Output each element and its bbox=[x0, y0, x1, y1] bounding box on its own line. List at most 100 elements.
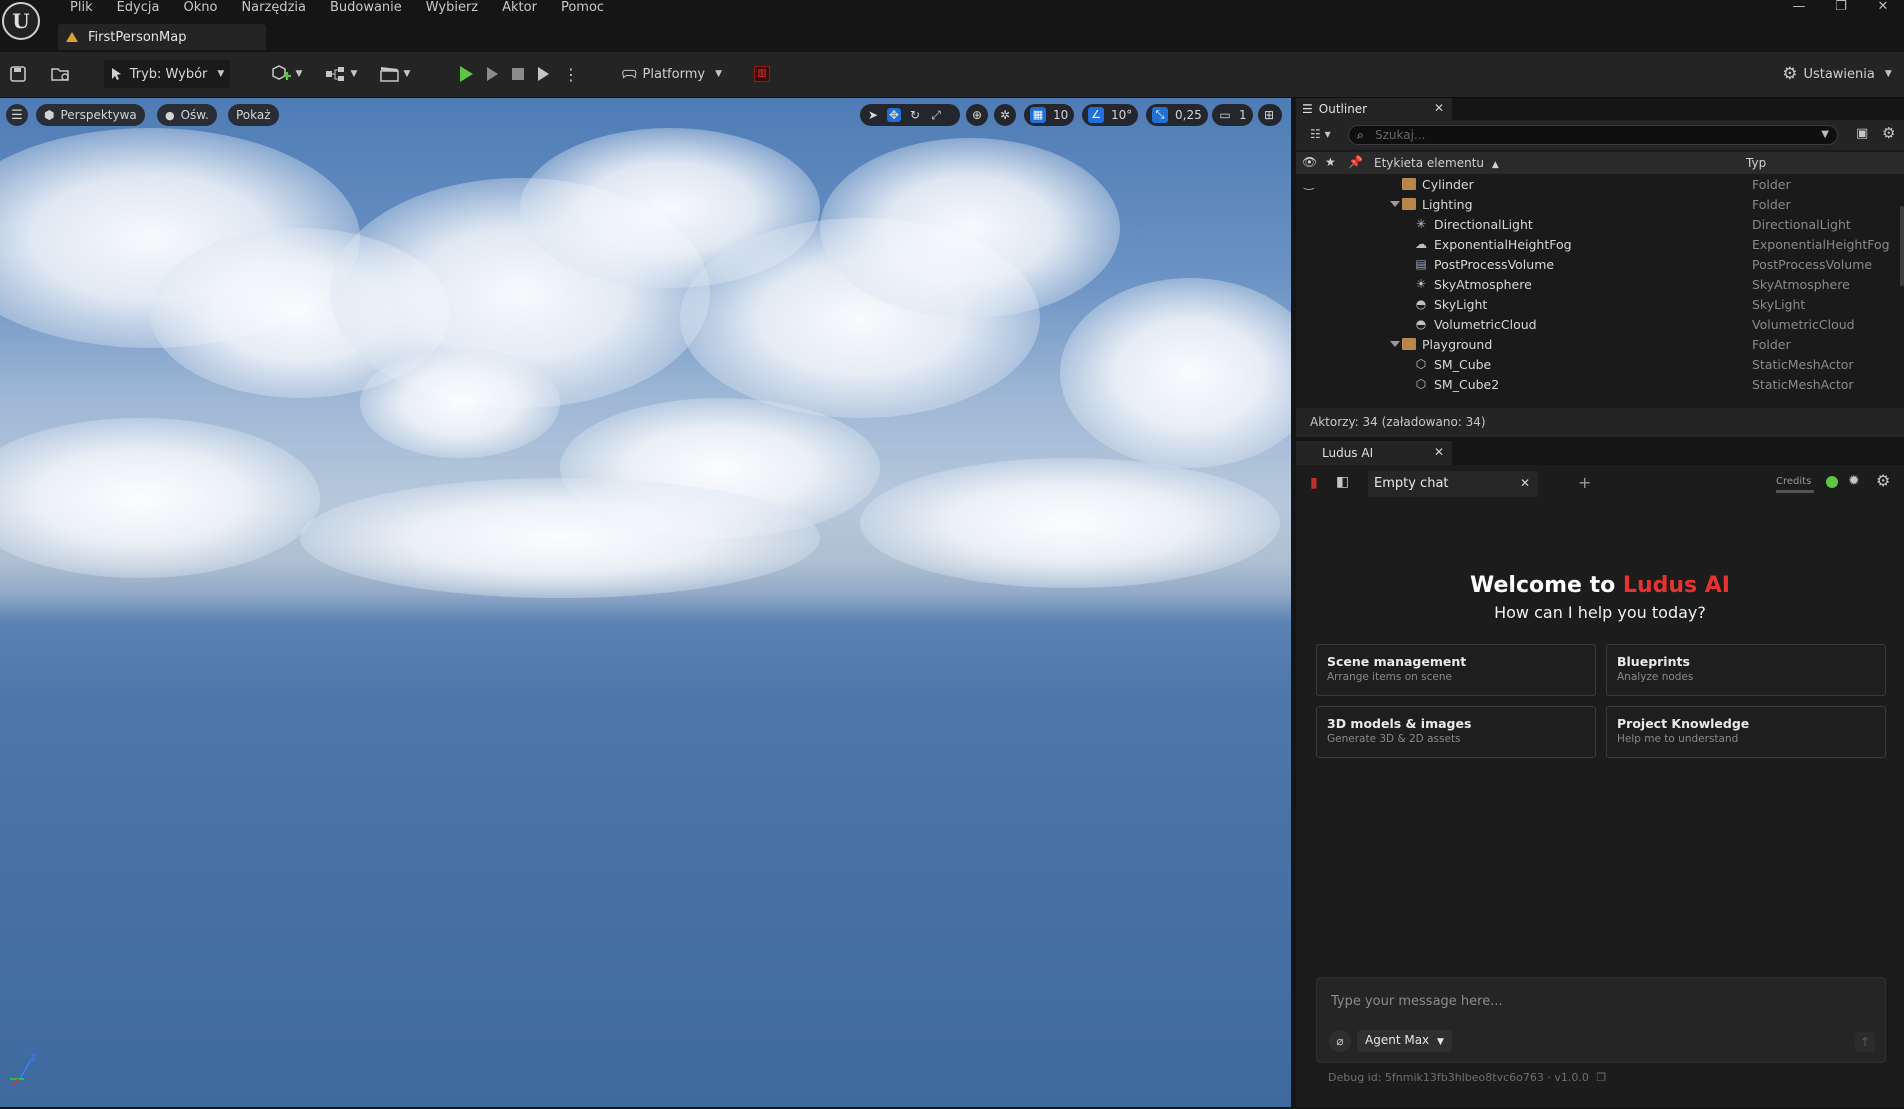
eject-icon[interactable] bbox=[538, 67, 549, 81]
camera-icon: ▭ bbox=[1219, 108, 1231, 122]
card-project-knowledge[interactable]: Project Knowledge Help me to understand bbox=[1606, 706, 1886, 758]
static-mesh-icon: ⬡ bbox=[1415, 377, 1427, 391]
rotation-snap-control[interactable]: ∠ 10° bbox=[1082, 104, 1139, 126]
camera-speed-control[interactable]: ▭ 1 bbox=[1212, 104, 1253, 126]
type-column-header[interactable]: Typ bbox=[1746, 156, 1766, 170]
tree-row[interactable]: ◓ VolumetricCloud VolumetricCloud bbox=[1296, 314, 1896, 334]
visibility-eye-icon[interactable]: 👁 bbox=[1302, 155, 1317, 169]
label-column-header[interactable]: Etykieta elementu ▲ bbox=[1374, 156, 1499, 170]
outliner-tab-label: Outliner bbox=[1318, 102, 1368, 116]
menu-actor[interactable]: Aktor bbox=[490, 0, 549, 16]
select-tool-icon[interactable]: ➤ bbox=[866, 108, 880, 122]
minimize-button[interactable]: — bbox=[1778, 0, 1820, 16]
close-window-button[interactable]: ✕ bbox=[1862, 0, 1904, 16]
outliner-scrollbar[interactable] bbox=[1900, 206, 1904, 286]
tree-row[interactable]: Playground Folder bbox=[1296, 334, 1896, 354]
attach-paperclip-icon[interactable]: ⌀ bbox=[1329, 1030, 1351, 1052]
scale-snap-control[interactable]: ⤡ 0,25 bbox=[1146, 104, 1208, 126]
tree-row[interactable]: ▤ PostProcessVolume PostProcessVolume bbox=[1296, 254, 1896, 274]
tree-row[interactable]: ⬡ SM_Cube StaticMeshActor bbox=[1296, 354, 1896, 374]
clapperboard-icon bbox=[379, 67, 399, 82]
cinematics-button[interactable]: ▼ bbox=[376, 60, 414, 88]
content-browser-button[interactable] bbox=[50, 60, 72, 88]
mode-dropdown[interactable]: Tryb: Wybór ▼ bbox=[104, 60, 230, 88]
visibility-toggle-icon[interactable]: ‿ bbox=[1304, 176, 1314, 190]
card-blueprints[interactable]: Blueprints Analyze nodes bbox=[1606, 644, 1886, 696]
settings-dropdown[interactable]: ⚙ Ustawienia ▼ bbox=[1782, 60, 1892, 88]
close-icon[interactable]: ✕ bbox=[1434, 101, 1444, 115]
step-icon[interactable] bbox=[487, 67, 498, 81]
bug-report-icon[interactable]: ✹ bbox=[1848, 473, 1860, 489]
perspective-button[interactable]: ⬢ Perspektywa bbox=[36, 104, 145, 126]
tree-row[interactable]: ◓ SkyLight SkyLight bbox=[1296, 294, 1896, 314]
new-chat-icon[interactable]: + bbox=[1578, 473, 1591, 492]
save-button[interactable] bbox=[8, 60, 28, 88]
sidebar-toggle-icon[interactable]: ◧ bbox=[1336, 474, 1349, 490]
rotate-tool-icon[interactable]: ↻ bbox=[908, 108, 922, 122]
tree-row[interactable]: ⬡ SM_Cube2 StaticMeshActor bbox=[1296, 374, 1896, 394]
add-folder-icon[interactable]: ▣ bbox=[1856, 126, 1868, 141]
agent-dropdown[interactable]: Agent Max ▼ bbox=[1357, 1030, 1452, 1052]
chat-tab[interactable]: Empty chat ✕ bbox=[1368, 471, 1538, 497]
tree-row[interactable]: Lighting Folder bbox=[1296, 194, 1896, 214]
message-input[interactable]: Type your message here... bbox=[1331, 994, 1503, 1009]
credits-indicator[interactable]: Credits bbox=[1776, 473, 1814, 493]
viewport-menu-button[interactable]: ☰ bbox=[6, 104, 28, 126]
surface-snap-toggle[interactable]: ✲ bbox=[994, 104, 1016, 126]
sky-atmosphere-icon: ☀ bbox=[1415, 277, 1427, 291]
menu-build[interactable]: Budowanie bbox=[318, 0, 414, 16]
scale-tool-icon[interactable]: ⤢ bbox=[929, 108, 943, 122]
card-3d-models[interactable]: 3D models & images Generate 3D & 2D asse… bbox=[1316, 706, 1596, 758]
trash-icon[interactable]: ▮ bbox=[1310, 475, 1318, 491]
world-local-toggle[interactable]: ⊕ bbox=[966, 104, 988, 126]
close-icon[interactable]: ✕ bbox=[1434, 445, 1444, 459]
add-actor-button[interactable]: ▼ bbox=[266, 60, 306, 88]
close-icon[interactable]: ✕ bbox=[1520, 476, 1530, 490]
favorite-star-icon[interactable]: ★ bbox=[1325, 155, 1336, 169]
grid-snap-control[interactable]: ▦ 10 bbox=[1024, 104, 1075, 126]
menu-select[interactable]: Wybierz bbox=[414, 0, 490, 16]
sky-cloud bbox=[300, 478, 820, 598]
expand-arrow-icon[interactable] bbox=[1390, 341, 1400, 347]
tree-row[interactable]: ☁ ExponentialHeightFog ExponentialHeight… bbox=[1296, 234, 1896, 254]
chevron-down-icon[interactable]: ▼ bbox=[1821, 126, 1829, 144]
restore-button[interactable]: ❐ bbox=[1820, 0, 1862, 16]
platforms-dropdown[interactable]: Platformy ▼ bbox=[622, 60, 722, 88]
ludus-plugin-button[interactable]: ▥ bbox=[752, 60, 772, 88]
outliner-tab[interactable]: ☰ Outliner ✕ bbox=[1296, 98, 1452, 120]
play-options-icon[interactable]: ⋮ bbox=[563, 65, 579, 84]
menu-file[interactable]: Plik bbox=[58, 0, 105, 16]
blueprint-nodes-icon bbox=[325, 67, 344, 81]
tree-row[interactable]: ✳ DirectionalLight DirectionalLight bbox=[1296, 214, 1896, 234]
menu-tools[interactable]: Narzędzia bbox=[229, 0, 318, 16]
send-arrow-icon[interactable]: ↑ bbox=[1855, 1032, 1875, 1052]
unreal-logo-icon[interactable]: U bbox=[2, 2, 40, 40]
cursor-icon bbox=[111, 68, 121, 80]
outliner-panel: ☰ Outliner ✕ ☷ ▾ ⌕ Szukaj... ▼ ▣ ⚙ 👁 ★ 📌… bbox=[1296, 98, 1904, 437]
expand-arrow-icon[interactable] bbox=[1390, 201, 1400, 207]
menu-window[interactable]: Okno bbox=[171, 0, 229, 16]
filter-icon[interactable]: ☷ ▾ bbox=[1310, 127, 1331, 141]
move-tool-icon[interactable]: ✥ bbox=[887, 108, 901, 122]
gear-icon[interactable]: ⚙ bbox=[1882, 124, 1895, 142]
card-scene-management[interactable]: Scene management Arrange items on scene bbox=[1316, 644, 1596, 696]
level-viewport[interactable]: ☰ ⬢ Perspektywa ● Ośw. Pokaż ➤ ✥ ↻ ⤢ ⊕ ✲… bbox=[0, 98, 1291, 1107]
viewport-layout-button[interactable]: ⊞ bbox=[1258, 104, 1282, 126]
tree-row[interactable]: ‿ Cylinder Folder bbox=[1296, 174, 1896, 194]
menu-edit[interactable]: Edycja bbox=[105, 0, 172, 16]
outliner-search-input[interactable]: ⌕ Szukaj... ▼ bbox=[1348, 125, 1838, 145]
level-tab[interactable]: FirstPersonMap bbox=[58, 24, 266, 50]
show-button[interactable]: Pokaż bbox=[228, 104, 279, 126]
tree-row[interactable]: ☀ SkyAtmosphere SkyAtmosphere bbox=[1296, 274, 1896, 294]
copy-icon[interactable]: ❐ bbox=[1596, 1071, 1606, 1084]
lighting-mode-button[interactable]: ● Ośw. bbox=[157, 104, 217, 126]
play-icon[interactable] bbox=[460, 66, 473, 82]
pin-icon[interactable]: 📌 bbox=[1348, 155, 1363, 169]
blueprints-button[interactable]: ▼ bbox=[322, 60, 360, 88]
ludus-tab[interactable]: Ludus AI ✕ bbox=[1296, 441, 1452, 465]
menu-help[interactable]: Pomoc bbox=[549, 0, 616, 16]
card-title: Blueprints bbox=[1617, 654, 1690, 669]
stop-icon[interactable] bbox=[512, 68, 524, 80]
chat-tab-label: Empty chat bbox=[1374, 476, 1449, 491]
gear-icon[interactable]: ⚙ bbox=[1876, 471, 1890, 490]
